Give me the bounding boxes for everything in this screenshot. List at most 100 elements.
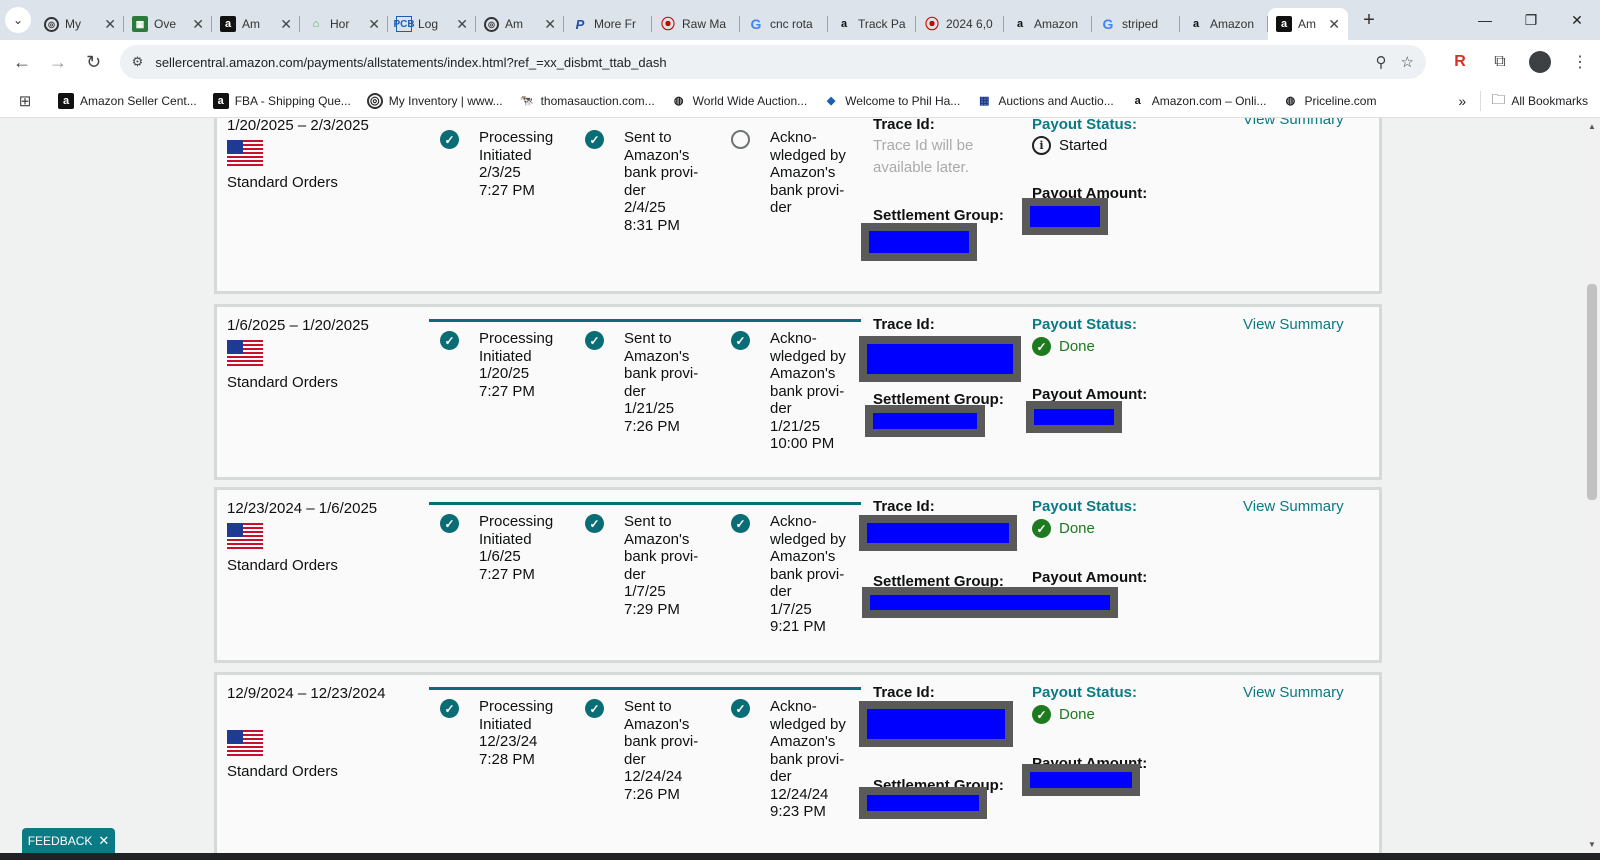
scrollbar-thumb[interactable]	[1587, 284, 1597, 500]
check-circle-icon: ✓	[585, 130, 604, 149]
target-icon: ⦿	[925, 16, 939, 32]
view-summary-link[interactable]: View Summary	[1243, 498, 1344, 515]
minimize-icon[interactable]: —	[1462, 0, 1508, 40]
paypal-icon: P	[575, 16, 585, 32]
browser-tab[interactable]: ⦿ 2024 6,0	[916, 8, 1004, 40]
close-window-icon[interactable]: ✕	[1554, 0, 1600, 40]
browser-tab[interactable]: a Track Pa	[828, 8, 916, 40]
scroll-up-icon[interactable]: ▲	[1588, 122, 1596, 131]
browser-tab[interactable]: ⌂ Hor ✕	[300, 8, 388, 40]
browser-tab-active[interactable]: a Am ✕	[1268, 8, 1348, 40]
bookmark-item[interactable]: a Amazon Seller Cent...	[50, 92, 205, 109]
window-controls: — ❐ ✕	[1462, 0, 1600, 40]
bookmark-item[interactable]: ◎ My Inventory | www...	[359, 92, 511, 109]
trace-id-label: Trace Id:	[873, 684, 935, 701]
browser-tab[interactable]: P More Fr	[564, 8, 652, 40]
overview-icon: ▦	[132, 16, 148, 32]
all-bookmarks[interactable]: 🗀 All Bookmarks	[1480, 90, 1600, 111]
close-icon[interactable]: ✕	[544, 16, 556, 33]
bookmark-item[interactable]: ▦ Auctions and Auctio...	[968, 93, 1121, 109]
statement-card: 1/20/2025 – 2/3/2025 Standard Orders ✓ Pr…	[214, 118, 1382, 294]
browser-tab[interactable]: ◎ Am ✕	[476, 8, 564, 40]
payout-amount-label: Payout Amount:	[1032, 569, 1148, 586]
check-circle-icon: ✓	[1032, 519, 1051, 538]
close-icon[interactable]: ✕	[1328, 16, 1340, 33]
feedback-button[interactable]: FEEDBACK ✕	[22, 828, 115, 853]
payout-status-done: ✓ Done	[1032, 519, 1095, 538]
circle-logo-icon: ◎	[366, 92, 383, 109]
bookmarks-bar: ⊞ a Amazon Seller Cent... a FBA - Shipping…	[0, 84, 1600, 118]
order-type: Standard Orders	[227, 174, 338, 191]
browser-tab[interactable]: ◎ My ✕	[36, 8, 124, 40]
amazon-icon: a	[1016, 18, 1024, 30]
amazon-icon: a	[1192, 18, 1200, 30]
browser-tab[interactable]: Gstriped	[1092, 8, 1180, 40]
browser-tab[interactable]: ⦿ Raw Ma	[652, 8, 740, 40]
close-icon[interactable]: ✕	[98, 833, 109, 849]
star-icon[interactable]: ☆	[1401, 53, 1414, 71]
progress-line	[429, 502, 861, 505]
bookmark-item[interactable]: ◍ World Wide Auction...	[663, 93, 816, 109]
bookmark-item[interactable]: 🐄 thomasauction.com...	[511, 93, 663, 109]
extensions-puzzle-icon[interactable]: ⧉	[1480, 53, 1520, 71]
forward-arrow-icon[interactable]: →	[40, 52, 76, 73]
redacted-trace-id	[859, 701, 1013, 747]
statement-card: 1/6/2025 – 1/20/2025 Standard Orders ✓ Pr…	[214, 304, 1382, 480]
check-circle-icon: ✓	[1032, 337, 1051, 356]
view-summary-link[interactable]: View Summary	[1243, 118, 1344, 128]
browser-tab[interactable]: PCB Log ✕	[388, 8, 476, 40]
zoom-icon[interactable]: ⚲	[1376, 53, 1387, 71]
close-icon[interactable]: ✕	[456, 16, 468, 33]
circle-logo-icon: ◎	[484, 16, 499, 32]
bookmark-item[interactable]: ◍ Priceline.com	[1274, 93, 1384, 109]
tab-search-button[interactable]: ⌄	[0, 0, 36, 40]
apps-grid-icon[interactable]: ⊞	[0, 92, 50, 110]
payout-status-done: ✓ Done	[1032, 705, 1095, 724]
browser-tab[interactable]: ▦ Ove ✕	[124, 8, 212, 40]
redacted-trace-id	[859, 515, 1017, 551]
step-processing: ✓ Processing Initiated 1/20/25 7:27 PM	[440, 330, 570, 400]
extension-r-icon[interactable]: R	[1440, 53, 1480, 71]
more-bookmarks-icon[interactable]: »	[1444, 93, 1480, 109]
reload-icon[interactable]: ↻	[76, 52, 112, 73]
amazon-icon: a	[220, 16, 236, 32]
statement-period: 12/9/2024 – 12/23/2024	[227, 685, 386, 702]
check-circle-icon: ✓	[731, 331, 750, 350]
grid-icon: ▦	[979, 95, 990, 107]
new-tab-button[interactable]: +	[1354, 9, 1384, 32]
page-scrollbar[interactable]: ▲ ▼	[1584, 118, 1600, 853]
trace-id-label: Trace Id:	[873, 316, 935, 333]
profile-avatar[interactable]: S	[1528, 51, 1551, 73]
kebab-menu-icon[interactable]: ⋮	[1560, 52, 1600, 72]
address-bar[interactable]: ⚙ sellercentral.amazon.com/payments/alls…	[119, 45, 1426, 79]
url-text[interactable]: sellercentral.amazon.com/payments/allsta…	[155, 55, 1361, 70]
step-processing: ✓ Processing Initiated 1/6/25 7:27 PM	[440, 513, 570, 583]
browser-tab[interactable]: a Amazon	[1180, 8, 1268, 40]
restore-icon[interactable]: ❐	[1508, 0, 1554, 40]
info-icon: i	[1032, 136, 1051, 155]
bookmark-item[interactable]: a FBA - Shipping Que...	[205, 92, 359, 109]
site-settings-icon[interactable]: ⚙	[132, 54, 144, 70]
browser-tab[interactable]: Gcnc rota	[740, 8, 828, 40]
order-type: Standard Orders	[227, 374, 338, 391]
step-sent: ✓ Sent to Amazon's bank provi- der 12/24/…	[585, 698, 715, 803]
close-icon[interactable]: ✕	[280, 16, 292, 33]
close-icon[interactable]: ✕	[368, 16, 380, 33]
scroll-down-icon[interactable]: ▼	[1588, 840, 1596, 849]
close-icon[interactable]: ✕	[192, 16, 204, 33]
bookmark-item[interactable]: ◆ Welcome to Phil Ha...	[815, 93, 968, 109]
view-summary-link[interactable]: View Summary	[1243, 316, 1344, 333]
statement-card: 12/9/2024 – 12/23/2024 Standard Orders ✓…	[214, 672, 1382, 853]
check-circle-icon: ✓	[440, 514, 459, 533]
view-summary-link[interactable]: View Summary	[1243, 684, 1344, 701]
back-arrow-icon[interactable]: ←	[4, 52, 40, 73]
check-circle-icon: ✓	[585, 699, 604, 718]
bookmark-item[interactable]: a Amazon.com – Onli...	[1122, 93, 1275, 109]
browser-tab[interactable]: a Amazon	[1004, 8, 1092, 40]
payout-status-label: Payout Status:	[1032, 118, 1138, 133]
globe-icon: ◍	[1285, 95, 1296, 107]
browser-tab[interactable]: a Am ✕	[212, 8, 300, 40]
browser-toolbar: ← → ↻ ⚙ sellercentral.amazon.com/payment…	[0, 40, 1600, 84]
close-icon[interactable]: ✕	[104, 16, 116, 33]
order-type: Standard Orders	[227, 557, 338, 574]
